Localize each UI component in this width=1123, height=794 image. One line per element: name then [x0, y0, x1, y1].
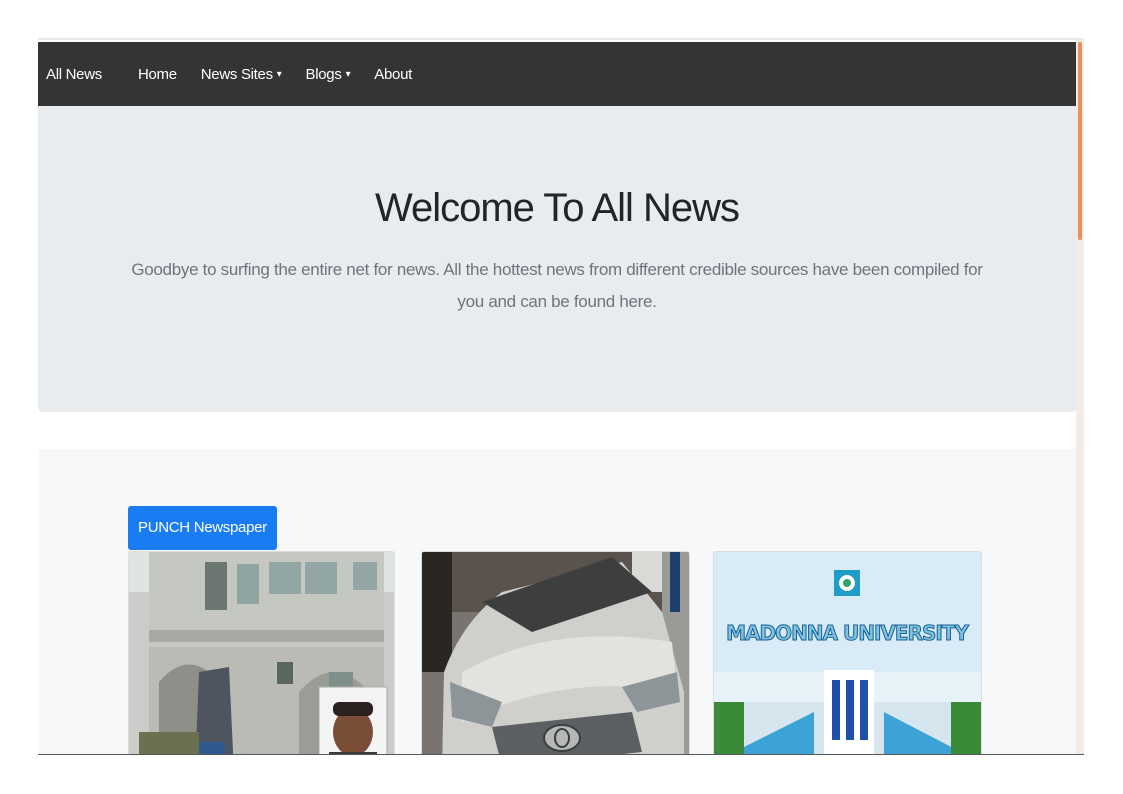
nav-home-label: Home	[137, 65, 177, 83]
nav-news-sites-label: News Sites	[200, 65, 273, 83]
news-card[interactable]	[421, 551, 690, 755]
hero-jumbotron: Welcome To All News Goodbye to surfing t…	[38, 106, 1076, 412]
hero-title: Welcome To All News	[374, 186, 740, 230]
nav-blogs-dropdown[interactable]: Blogs ▾	[306, 66, 351, 83]
news-section: PUNCH Newspaper MADONNA UNIVERSITY	[38, 449, 1076, 755]
news-card-image-car	[422, 552, 689, 755]
caret-down-icon: ▾	[276, 68, 282, 80]
university-banner-text: MADONNA UNIVERSITY	[726, 621, 969, 645]
caret-down-icon: ▾	[345, 68, 351, 80]
nav-about[interactable]: About	[374, 66, 412, 83]
hero-lead: Goodbye to surfing the entire net for ne…	[131, 260, 983, 311]
news-card[interactable]	[128, 551, 395, 755]
news-card[interactable]: MADONNA UNIVERSITY	[713, 551, 982, 755]
news-card-image-house	[129, 552, 394, 755]
nav-about-label: About	[374, 65, 412, 83]
source-badge-punch[interactable]: PUNCH Newspaper	[128, 506, 277, 550]
nav-news-sites-dropdown[interactable]: News Sites ▾	[201, 66, 282, 83]
scrollbar-thumb[interactable]	[1078, 42, 1082, 240]
navbar-brand[interactable]: All News	[46, 66, 102, 83]
navbar: All News Home News Sites ▾ Blogs ▾ About	[38, 42, 1076, 106]
nav-links: Home News Sites ▾ Blogs ▾ About	[138, 66, 436, 83]
viewport-bottom-edge	[38, 754, 1084, 755]
scrollbar-track[interactable]	[1076, 40, 1084, 755]
browser-viewport: All News Home News Sites ▾ Blogs ▾ About…	[38, 40, 1084, 755]
nav-home[interactable]: Home	[138, 66, 177, 83]
nav-blogs-label: Blogs	[305, 65, 342, 83]
news-card-image-university: MADONNA UNIVERSITY	[714, 552, 981, 755]
